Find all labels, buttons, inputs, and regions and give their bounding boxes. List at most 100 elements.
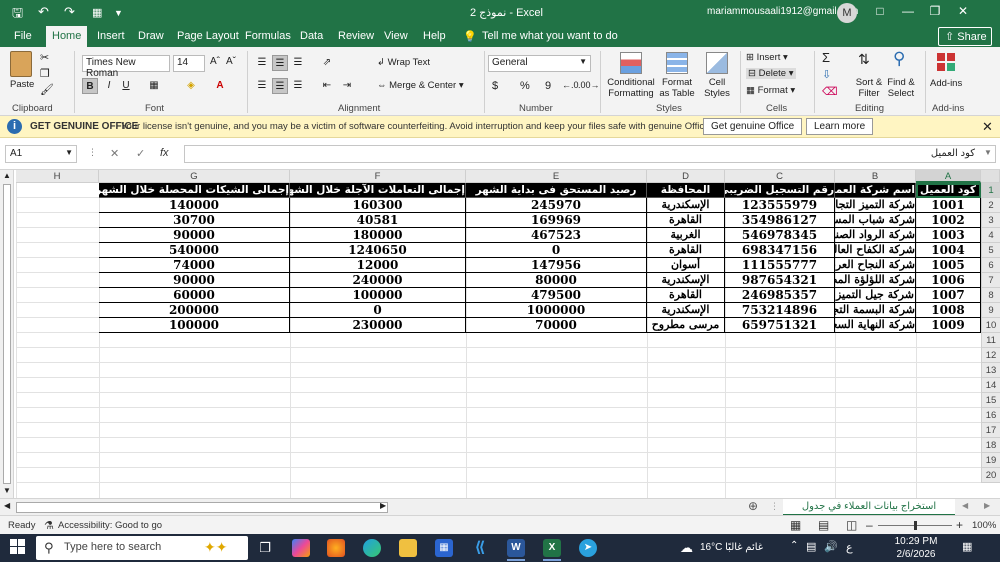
cell-credit-transactions[interactable]: 240000 [290,273,466,288]
sheet-tab-active[interactable]: استخراج بيانات العملاء في جدول [783,499,955,516]
insert-cells-button[interactable]: ⊞ Insert ▾ [746,52,788,63]
row-header-5[interactable]: 5 [981,243,1000,258]
zoom-slider-handle[interactable] [914,521,917,530]
cell-governorate[interactable]: القاهرة [647,243,725,258]
cell-opening-balance[interactable]: 467523 [466,228,647,243]
formula-input[interactable]: كود العميل [184,145,996,163]
align-center-icon[interactable]: ☰ [272,78,288,94]
conditional-formatting-button[interactable]: Conditional Formatting [606,77,656,99]
cell-company-name[interactable]: شركة البسمة التجارية [835,303,916,318]
align-left-icon[interactable]: ☰ [254,78,270,94]
tab-page-layout[interactable]: Page Layout [177,30,239,42]
zoom-level[interactable]: 100% [972,520,996,531]
sort-filter-button[interactable]: Sort & Filter [852,77,886,99]
cell-credit-transactions[interactable]: 230000 [290,318,466,333]
row-header-20[interactable]: 20 [981,468,1000,483]
add-ins-icon[interactable] [937,53,957,73]
row-header-4[interactable]: 4 [981,228,1000,243]
minimize-icon[interactable]: — [898,4,918,18]
cell-tax-number[interactable]: 111555777 [725,258,835,273]
cell-company-name[interactable]: شركة النهاية السعيدة [835,318,916,333]
borders-icon[interactable]: ▦ [146,78,162,94]
tab-view[interactable]: View [384,30,408,42]
select-all-button[interactable] [981,170,1000,183]
cell-collected-checks[interactable]: 90000 [99,273,290,288]
task-view-icon[interactable]: ❐ [256,539,274,557]
percent-button[interactable]: % [520,80,530,92]
cell-credit-transactions[interactable]: 40581 [290,213,466,228]
fill-icon[interactable]: ⇩ [822,68,831,81]
cell-customer-code[interactable]: 1003 [916,228,981,243]
taskbar-search-box[interactable]: ⚲ Type here to search ✦✦ [36,536,248,560]
cell-collected-checks[interactable]: 60000 [99,288,290,303]
delete-cells-button[interactable]: ⊟ Delete ▾ [746,68,796,79]
grow-font-icon[interactable]: Aˆ [210,56,220,67]
italic-button[interactable]: I [101,78,117,94]
underline-button[interactable]: U [118,78,134,94]
wrap-text-button[interactable]: ↲ Wrap Text [377,57,430,68]
increase-indent-icon[interactable]: ⇥ [339,78,355,94]
cell-governorate[interactable]: الإسكندرية [647,273,725,288]
cell-customer-code[interactable]: 1002 [916,213,981,228]
format-as-table-button[interactable]: Format as Table [656,77,698,99]
undo-icon[interactable]: ↶ [38,4,49,20]
row-header-14[interactable]: 14 [981,378,1000,393]
column-header-h[interactable]: H [16,170,99,183]
tab-data[interactable]: Data [300,30,323,42]
column-header-d[interactable]: D [647,170,725,183]
font-color-icon[interactable]: A [212,78,228,94]
column-header-a[interactable]: A [916,170,981,183]
row-header-17[interactable]: 17 [981,423,1000,438]
form-icon[interactable]: ▦ [92,6,102,19]
conditional-formatting-icon[interactable] [620,52,642,74]
header-cell-opening-balance[interactable]: رصيد المستحق فى بداية الشهر [466,183,647,198]
clear-icon[interactable]: ⌫ [822,85,838,98]
sheet-options-icon[interactable]: ⋮ [770,501,779,512]
row-header-8[interactable]: 8 [981,288,1000,303]
cell-opening-balance[interactable]: 80000 [466,273,647,288]
cell-collected-checks[interactable]: 200000 [99,303,290,318]
copilot-icon[interactable] [292,539,310,557]
scroll-up-icon[interactable]: ▲ [3,171,11,180]
file-explorer-icon[interactable] [399,539,417,557]
cell-collected-checks[interactable]: 100000 [99,318,290,333]
row-header-19[interactable]: 19 [981,453,1000,468]
insert-function-icon[interactable]: fx [160,147,169,159]
row-header-15[interactable]: 15 [981,393,1000,408]
header-cell-customer-code[interactable]: كود العميل [916,183,981,198]
cell-company-name[interactable]: شركة الرواد الصناعية [835,228,916,243]
row-header-7[interactable]: 7 [981,273,1000,288]
share-button[interactable]: ⇧ Share [938,27,992,46]
header-cell-collected-checks[interactable]: إجمالى الشيكات المحصلة خلال الشهر [99,183,290,198]
tab-help[interactable]: Help [423,30,446,42]
confirm-entry-icon[interactable]: ✓ [136,147,145,160]
cell-customer-code[interactable]: 1004 [916,243,981,258]
cell-tax-number[interactable]: 987654321 [725,273,835,288]
tab-formulas[interactable]: Formulas [245,30,291,42]
cell-opening-balance[interactable]: 245970 [466,198,647,213]
restore-icon[interactable]: ❐ [925,4,945,18]
normal-view-icon[interactable]: ▦ [790,518,801,532]
cell-tax-number[interactable]: 354986127 [725,213,835,228]
redo-icon[interactable]: ↷ [64,4,75,20]
cell-collected-checks[interactable]: 30700 [99,213,290,228]
row-header-18[interactable]: 18 [981,438,1000,453]
cell-governorate[interactable]: القاهرة [647,288,725,303]
paste-icon[interactable] [10,51,32,77]
cell-governorate[interactable]: الغربية [647,228,725,243]
font-size-select[interactable]: 14 [173,55,205,72]
vscode-icon[interactable]: ⟪ [471,539,489,557]
avatar[interactable]: M [837,3,857,23]
cell-tax-number[interactable]: 123555979 [725,198,835,213]
format-cells-button[interactable]: ▦ Format ▾ [746,85,795,96]
add-ins-button[interactable]: Add-ins [930,78,962,89]
cell-opening-balance[interactable]: 479500 [466,288,647,303]
cancel-entry-icon[interactable]: ✕ [110,147,119,160]
cell-tax-number[interactable]: 546978345 [725,228,835,243]
shrink-font-icon[interactable]: Aˇ [226,56,236,67]
align-top-icon[interactable]: ☰ [254,55,270,71]
format-as-table-icon[interactable] [666,52,688,74]
column-header-c[interactable]: C [725,170,835,183]
column-header-e[interactable]: E [466,170,647,183]
tab-file[interactable]: File [14,30,32,42]
